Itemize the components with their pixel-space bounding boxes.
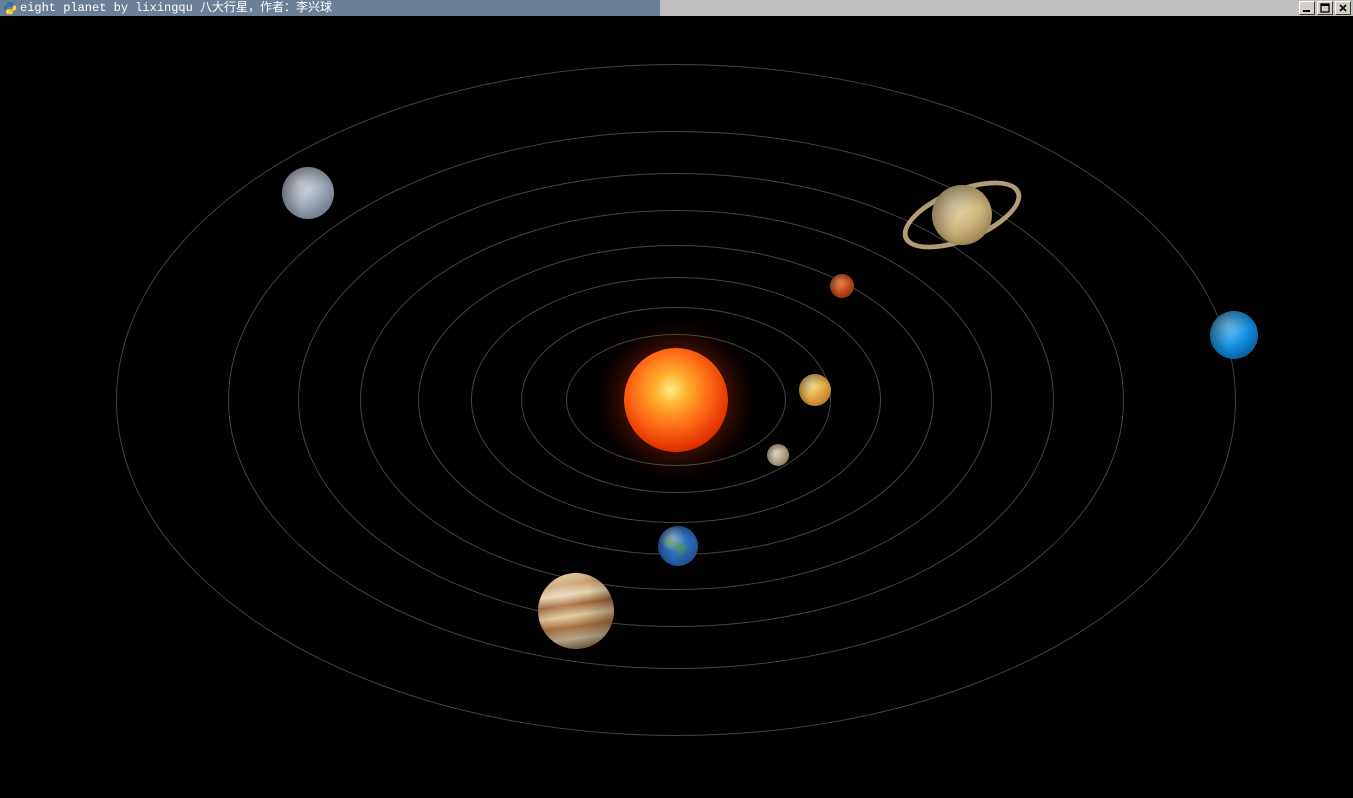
titlebar-active-region[interactable]: eight planet by lixingqu 八大行星，作者：李兴球 [0,0,660,16]
minimize-button[interactable] [1299,1,1315,15]
titlebar-inactive-region [660,0,1353,16]
neptune [1210,311,1258,359]
window-title: eight planet by lixingqu 八大行星，作者：李兴球 [20,0,332,16]
mercury [767,444,789,466]
saturn [932,185,992,245]
earth [658,526,698,566]
mars [830,274,854,298]
sun [624,348,728,452]
window-titlebar: eight planet by lixingqu 八大行星，作者：李兴球 [0,0,1353,16]
solar-system-canvas[interactable] [0,16,1353,798]
close-button[interactable] [1335,1,1351,15]
venus [799,374,831,406]
maximize-button[interactable] [1317,1,1333,15]
uranus [282,167,334,219]
python-icon [2,0,18,16]
jupiter [538,573,614,649]
window-controls [1299,1,1351,15]
